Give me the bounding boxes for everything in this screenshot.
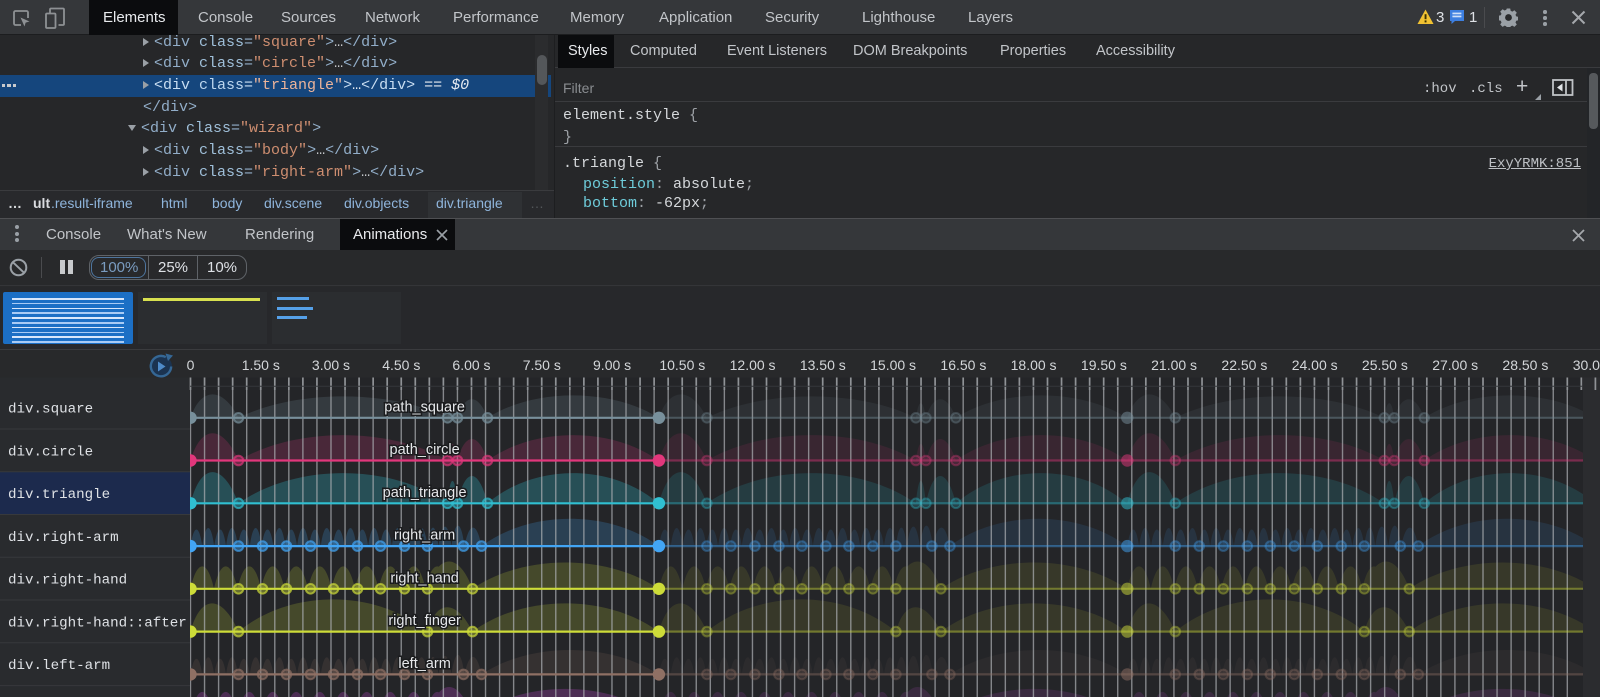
- svg-text:left_arm: left_arm: [398, 656, 450, 672]
- svg-text:right_hand: right_hand: [390, 570, 459, 586]
- svg-text:24.00 s: 24.00 s: [1292, 357, 1338, 373]
- svg-text:22.50 s: 22.50 s: [1221, 357, 1267, 373]
- svg-text:30.00 s: 30.00 s: [1573, 357, 1600, 373]
- svg-text:25.50 s: 25.50 s: [1362, 357, 1408, 373]
- svg-text:9.00 s: 9.00 s: [593, 357, 631, 373]
- svg-text:16.50 s: 16.50 s: [940, 357, 986, 373]
- svg-text:4.50 s: 4.50 s: [382, 357, 420, 373]
- svg-text:1.50 s: 1.50 s: [242, 357, 280, 373]
- svg-text:19.50 s: 19.50 s: [1081, 357, 1127, 373]
- svg-text:div.right-hand::after: div.right-hand::after: [8, 615, 187, 631]
- svg-text:28.50 s: 28.50 s: [1502, 357, 1548, 373]
- svg-text:right_arm: right_arm: [394, 528, 455, 544]
- svg-text:7.50 s: 7.50 s: [523, 357, 561, 373]
- svg-text:13.50 s: 13.50 s: [800, 357, 846, 373]
- svg-text:div.square: div.square: [8, 402, 93, 418]
- svg-text:path_triangle: path_triangle: [383, 485, 467, 501]
- svg-text:div.triangle: div.triangle: [8, 487, 110, 503]
- svg-text:div.circle: div.circle: [8, 444, 93, 460]
- svg-text:6.00 s: 6.00 s: [452, 357, 490, 373]
- svg-text:18.00 s: 18.00 s: [1011, 357, 1057, 373]
- svg-text:3.00 s: 3.00 s: [312, 357, 350, 373]
- svg-text:21.00 s: 21.00 s: [1151, 357, 1197, 373]
- svg-text:right_finger: right_finger: [388, 613, 461, 629]
- svg-text:10.50 s: 10.50 s: [659, 357, 705, 373]
- svg-text:27.00 s: 27.00 s: [1432, 357, 1478, 373]
- svg-text:div.right-arm: div.right-arm: [8, 530, 119, 546]
- svg-text:div.right-hand: div.right-hand: [8, 573, 127, 589]
- svg-text:path_circle: path_circle: [390, 442, 460, 458]
- svg-text:15.00 s: 15.00 s: [870, 357, 916, 373]
- svg-text:0: 0: [187, 357, 195, 373]
- svg-text:12.00 s: 12.00 s: [730, 357, 776, 373]
- svg-text:path_square: path_square: [384, 399, 465, 415]
- svg-text:div.left-arm: div.left-arm: [8, 658, 110, 674]
